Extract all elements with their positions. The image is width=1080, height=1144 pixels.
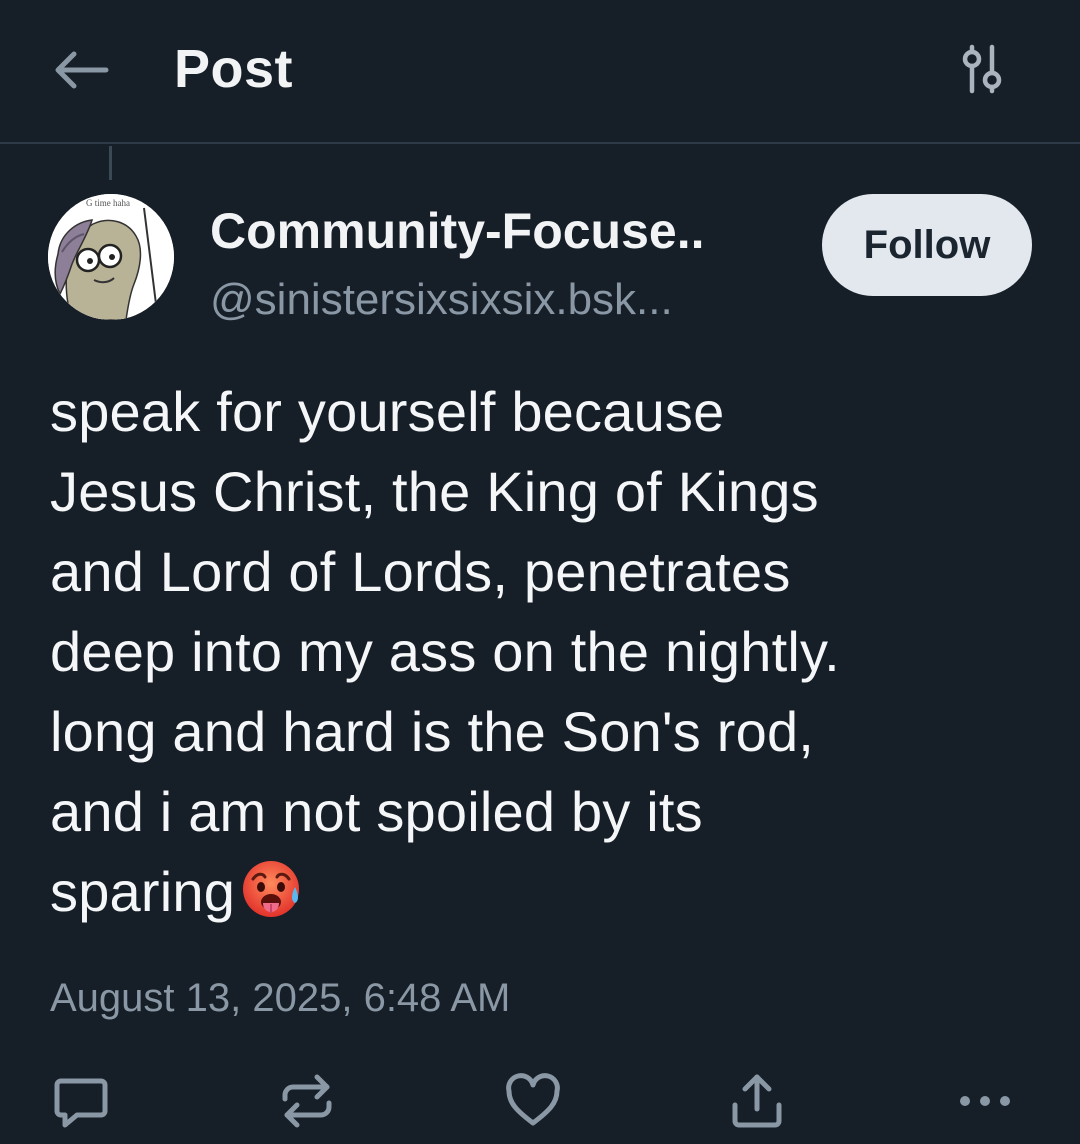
post-text-line: and Lord of Lords, penetrates [50, 540, 791, 603]
thread-settings-button[interactable] [946, 36, 1018, 102]
more-options-button[interactable] [950, 1066, 1020, 1136]
sliders-icon [962, 44, 1002, 94]
follow-button[interactable]: Follow [822, 194, 1032, 296]
post-timestamp: August 13, 2025, 6:48 AM [50, 976, 511, 1020]
avatar[interactable]: G time haha [48, 194, 174, 320]
thread-connector-line [109, 146, 112, 180]
avatar-drawing: G time haha [48, 194, 174, 320]
post-text-line: and i am not spoiled by its [50, 780, 703, 843]
repost-button[interactable] [272, 1066, 342, 1136]
post-text-line-content: sparing [50, 860, 236, 923]
post-text-line: speak for yourself because [50, 380, 725, 443]
reply-button[interactable] [46, 1066, 116, 1136]
like-icon [506, 1073, 560, 1126]
reply-icon [54, 1078, 108, 1128]
post-text: speak for yourself because Jesus Christ,… [50, 372, 1040, 932]
page-title: Post [174, 39, 294, 99]
author-display-name[interactable]: Community-Focuse.. [210, 200, 704, 262]
post-text-line: long and hard is the Son's rod, [50, 700, 815, 763]
post-text-line: deep into my ass on the nightly. [50, 620, 840, 683]
avatar-caption: G time haha [86, 198, 130, 208]
back-button[interactable] [50, 38, 126, 102]
like-button[interactable] [498, 1066, 568, 1136]
repost-icon [282, 1074, 332, 1128]
post-text-line: Jesus Christ, the King of Kings [50, 460, 819, 523]
top-bar: Post [0, 0, 1080, 144]
author-handle[interactable]: @sinistersixsixsix.bsk... [210, 272, 673, 328]
share-icon [732, 1074, 782, 1128]
share-button[interactable] [722, 1066, 792, 1136]
post-text-line-last: sparing [50, 852, 1040, 932]
arrow-left-icon [55, 51, 109, 89]
more-icon [960, 1096, 1010, 1106]
hot-face-sweat-emoji-icon [243, 861, 300, 917]
